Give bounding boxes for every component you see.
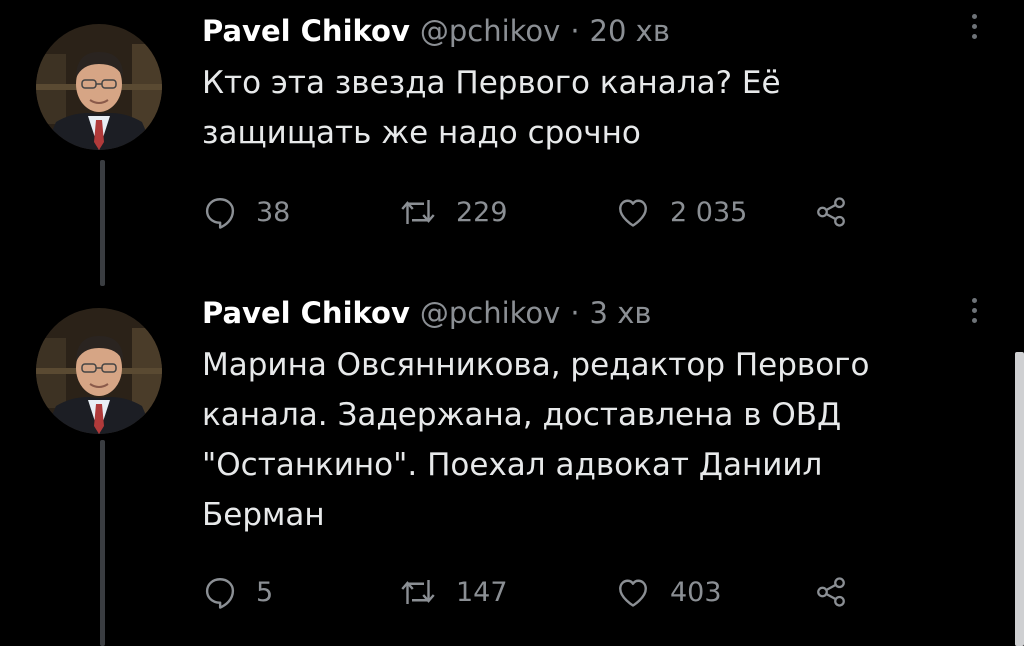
like-button[interactable]: 2 035 xyxy=(614,192,747,232)
retweet-icon xyxy=(401,200,435,224)
tweet-text-line: Берман xyxy=(202,497,325,533)
speech-bubble-icon xyxy=(205,198,235,229)
tweet-text-line: Марина Овсянникова, редактор Первого xyxy=(202,347,870,383)
retweet-button[interactable]: 229 xyxy=(398,192,508,232)
like-count: 403 xyxy=(670,576,722,608)
tweet-header: Pavel Chikov @pchikov · 3 хв xyxy=(202,296,651,330)
tweet-text-line: "Останкино". Поехал адвокат Даниил xyxy=(202,447,823,483)
heart-icon xyxy=(619,199,647,227)
reply-count: 5 xyxy=(256,576,274,608)
tweet-text: Марина Овсянникова, редактор Первого кан… xyxy=(202,340,982,540)
more-vertical-icon[interactable] xyxy=(972,14,980,39)
like-count: 2 035 xyxy=(670,196,748,228)
heart-icon xyxy=(619,579,647,607)
share-icon xyxy=(817,197,845,227)
reply-count: 38 xyxy=(256,196,291,228)
tweet-text-line: канала. Задержана, доставлена в ОВД xyxy=(202,397,842,433)
share-icon xyxy=(817,577,845,607)
tweet-text-line: Кто эта звезда Первого канала? Её xyxy=(202,65,781,101)
like-button[interactable]: 403 xyxy=(614,572,722,612)
share-button[interactable] xyxy=(814,192,848,232)
tweet-text: Кто эта звезда Первого канала? Её защища… xyxy=(202,58,982,158)
author-handle[interactable]: @pchikov xyxy=(420,14,560,48)
scrollbar[interactable] xyxy=(1015,352,1024,646)
timestamp[interactable]: 20 хв xyxy=(590,14,670,48)
avatar[interactable] xyxy=(36,308,162,434)
avatar-photo xyxy=(36,24,162,150)
speech-bubble-icon xyxy=(205,578,235,609)
retweet-count: 147 xyxy=(456,576,508,608)
tweet-text-line: защищать же надо срочно xyxy=(202,115,641,151)
thread-connector-line xyxy=(100,160,105,286)
timestamp[interactable]: 3 хв xyxy=(590,296,652,330)
tweet-actions: 38 229 2 035 xyxy=(202,192,882,232)
avatar-photo xyxy=(36,308,162,434)
separator-dot: · xyxy=(570,296,580,330)
retweet-icon xyxy=(401,580,435,604)
separator-dot: · xyxy=(570,14,580,48)
tweet-actions: 5 147 403 xyxy=(202,572,882,612)
avatar[interactable] xyxy=(36,24,162,150)
retweet-button[interactable]: 147 xyxy=(398,572,508,612)
retweet-count: 229 xyxy=(456,196,508,228)
tweet-2[interactable]: Pavel Chikov @pchikov · 3 хв Марина Овся… xyxy=(0,290,1024,646)
tweet-1[interactable]: Pavel Chikov @pchikov · 20 хв Кто эта зв… xyxy=(0,0,1024,290)
author-handle[interactable]: @pchikov xyxy=(420,296,560,330)
more-vertical-icon[interactable] xyxy=(972,298,980,323)
reply-button[interactable]: 5 xyxy=(202,572,273,612)
author-name[interactable]: Pavel Chikov xyxy=(202,296,410,330)
author-name[interactable]: Pavel Chikov xyxy=(202,14,410,48)
tweet-header: Pavel Chikov @pchikov · 20 хв xyxy=(202,14,670,48)
thread-connector-line xyxy=(100,440,105,646)
reply-button[interactable]: 38 xyxy=(202,192,290,232)
share-button[interactable] xyxy=(814,572,848,612)
